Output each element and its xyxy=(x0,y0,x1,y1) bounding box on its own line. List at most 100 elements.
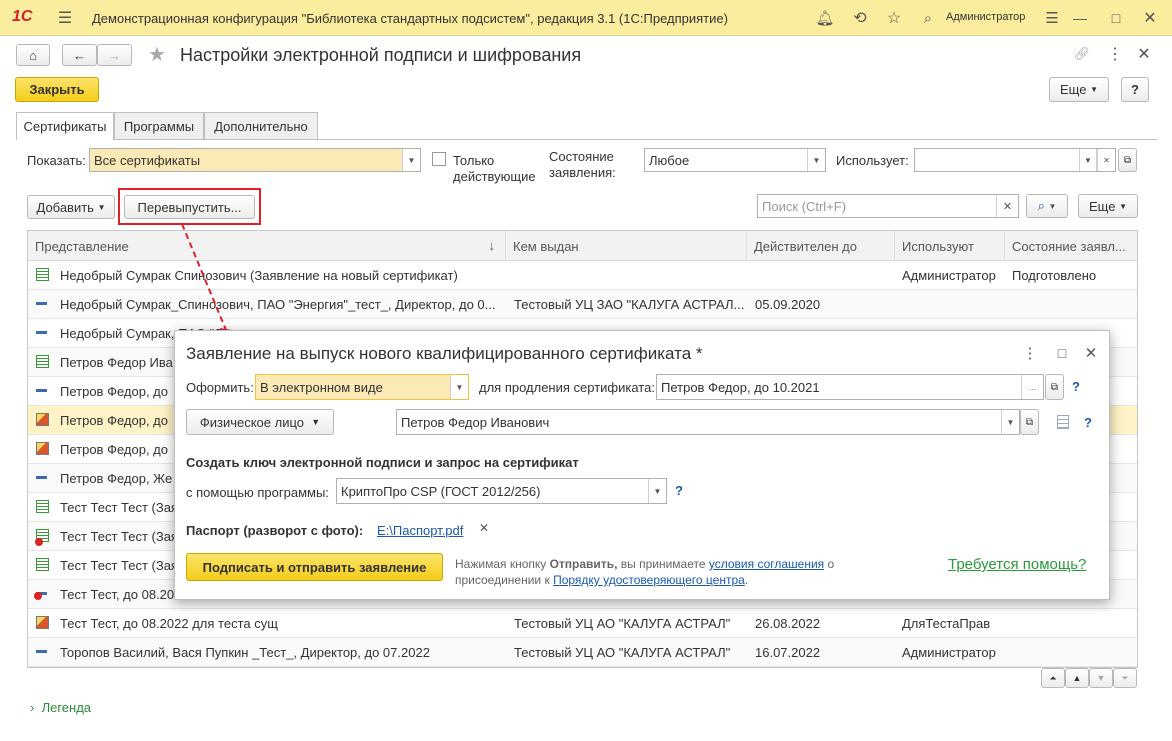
app-titlebar: 1С ☰ Демонстрационная конфигурация "Библ… xyxy=(0,0,1172,36)
dialog-maximize-icon[interactable]: □ xyxy=(1053,343,1071,363)
menu-icon[interactable]: ☰ xyxy=(56,9,74,27)
col-header-state[interactable]: Состояние заявл... xyxy=(1005,231,1137,261)
page-title: Настройки электронной подписи и шифрован… xyxy=(180,45,582,65)
add-button[interactable]: Добавить ▼ xyxy=(27,195,115,219)
dialog-close-icon[interactable]: ✕ xyxy=(1081,343,1101,363)
dropdown-arrow-icon[interactable]: ▼ xyxy=(648,479,666,503)
tab-certificates[interactable]: Сертификаты xyxy=(16,112,114,140)
program-value: КриптоПро CSP (ГОСТ 2012/256) xyxy=(341,483,541,499)
cell-valid: 26.08.2022 xyxy=(755,616,821,631)
dropdown-arrow-icon[interactable]: ▼ xyxy=(450,375,468,399)
tab-label: Сертификаты xyxy=(23,119,107,134)
cell-user: Администратор xyxy=(902,268,996,283)
table-row[interactable]: Тест Тест, до 08.2022 для теста сущ Тесто… xyxy=(28,609,1137,638)
cert-icon xyxy=(36,302,47,305)
chevron-down-icon: ▼ xyxy=(1090,85,1098,94)
back-button[interactable]: ← xyxy=(62,44,97,66)
uses-field[interactable]: ▼ ✕ xyxy=(914,148,1116,172)
history-icon[interactable]: ⟲ xyxy=(850,8,870,28)
search-icon[interactable]: ⌕ xyxy=(918,8,938,28)
only-valid-checkbox[interactable] xyxy=(432,152,446,166)
open-person-button[interactable]: ⧉ xyxy=(1020,409,1039,435)
reissue-button[interactable]: Перевыпустить... xyxy=(124,195,255,219)
person-type-button[interactable]: Физическое лицо ▼ xyxy=(186,409,334,435)
col-header-label: Используют xyxy=(902,238,974,254)
request-icon xyxy=(36,355,49,368)
favorite-star-icon[interactable]: ★ xyxy=(146,43,168,66)
dropdown-arrow-icon[interactable]: ▼ xyxy=(1001,410,1019,434)
home-button[interactable]: ⌂ xyxy=(16,44,50,66)
app-logo[interactable]: 1С xyxy=(12,8,32,26)
list-more-button[interactable]: Еще ▼ xyxy=(1078,194,1138,218)
cert-icon xyxy=(36,331,47,334)
open-uses-button[interactable]: ⧉ xyxy=(1118,148,1137,172)
state-value: Любое xyxy=(649,152,690,168)
dialog-menu-icon[interactable]: ⋮ xyxy=(1023,343,1038,363)
ca-rules-link[interactable]: Порядку удостоверяющего центра xyxy=(553,573,745,587)
close-window-icon[interactable]: ✕ xyxy=(1140,8,1160,28)
cert-icon xyxy=(36,650,47,653)
col-header-issuer[interactable]: Кем выдан xyxy=(506,231,747,261)
star-icon[interactable]: ☆ xyxy=(884,8,904,28)
help-needed-link[interactable]: Требуется помощь? xyxy=(948,556,1086,573)
form-menu-icon[interactable]: ⋮ xyxy=(1107,44,1123,64)
program-select[interactable]: КриптоПро CSP (ГОСТ 2012/256) ▼ xyxy=(336,478,667,504)
col-header-users[interactable]: Используют xyxy=(895,231,1005,261)
col-header-valid[interactable]: Действителен до xyxy=(747,231,895,261)
tab-panel-border xyxy=(16,139,1157,140)
table-row[interactable]: Торопов Василий, Вася Пупкин _Тест_, Дир… xyxy=(28,638,1137,667)
person-field[interactable]: Петров Федор Иванович ▼ xyxy=(396,409,1020,435)
program-help-icon[interactable]: ? xyxy=(675,483,683,498)
scroll-bottom-button[interactable]: ⏷ xyxy=(1113,668,1137,688)
search-placeholder: Поиск (Ctrl+F) xyxy=(762,198,847,214)
document-icon[interactable] xyxy=(1057,415,1069,429)
col-header-name[interactable]: Представление ↓ xyxy=(28,231,506,261)
show-select[interactable]: Все сертификаты ▼ xyxy=(89,148,421,172)
legend-label: Легенда xyxy=(41,700,92,715)
help-button[interactable]: ? xyxy=(1121,77,1149,102)
user-name[interactable]: Администратор xyxy=(946,11,1025,23)
tab-programs[interactable]: Программы xyxy=(114,112,204,139)
remove-file-icon[interactable]: ✕ xyxy=(479,521,489,535)
request-icon xyxy=(36,558,49,571)
callout-arrow xyxy=(181,223,232,342)
person-help-icon[interactable]: ? xyxy=(1084,415,1092,430)
scroll-up-button[interactable]: ▲ xyxy=(1065,668,1089,688)
page-more-button[interactable]: Еще ▼ xyxy=(1049,77,1109,102)
maximize-icon[interactable]: □ xyxy=(1106,8,1126,28)
request-icon xyxy=(36,500,49,513)
close-button[interactable]: Закрыть xyxy=(15,77,99,102)
clear-search-icon[interactable]: ✕ xyxy=(996,195,1018,217)
request-dialog: Заявление на выпуск нового квалифицирова… xyxy=(174,330,1110,600)
minimize-icon[interactable]: — xyxy=(1070,8,1090,28)
window-title: Демонстрационная конфигурация "Библиотек… xyxy=(92,11,728,26)
tab-label: Программы xyxy=(123,118,195,134)
sign-send-button[interactable]: Подписать и отправить заявление xyxy=(186,553,443,581)
legend-toggle[interactable]: › Легенда xyxy=(30,700,91,715)
scroll-down-button[interactable]: ▼ xyxy=(1089,668,1113,688)
passport-file-link[interactable]: Е:\Паспорт.pdf xyxy=(377,523,463,538)
cert-person-icon xyxy=(36,616,49,629)
agreement-link[interactable]: условия соглашения xyxy=(709,557,824,571)
person-value: Петров Федор Иванович xyxy=(401,414,550,430)
link-icon[interactable]: 🔗︎ xyxy=(1072,44,1092,64)
renew-help-icon[interactable]: ? xyxy=(1072,379,1080,394)
clear-icon[interactable]: ✕ xyxy=(1097,149,1115,171)
form-close-icon[interactable]: ✕ xyxy=(1134,44,1154,64)
forward-button[interactable]: → xyxy=(97,44,132,66)
bell-icon[interactable]: 🔔︎ xyxy=(815,8,835,28)
scroll-top-button[interactable]: ⏶ xyxy=(1041,668,1065,688)
search-input[interactable]: Поиск (Ctrl+F) ✕ xyxy=(757,194,1019,218)
tab-additional[interactable]: Дополнительно xyxy=(204,112,318,139)
open-renew-button[interactable]: ⧉ xyxy=(1045,374,1064,400)
state-select[interactable]: Любое ▼ xyxy=(644,148,826,172)
format-select[interactable]: В электронном виде ▼ xyxy=(255,374,469,400)
help-label: ? xyxy=(1131,82,1139,97)
dropdown-arrow-icon[interactable]: ▼ xyxy=(1079,149,1097,171)
select-dots-icon[interactable]: … xyxy=(1021,375,1043,399)
renew-field[interactable]: Петров Федор, до 10.2021… xyxy=(656,374,1044,400)
dropdown-arrow-icon[interactable]: ▼ xyxy=(807,149,825,171)
dropdown-arrow-icon[interactable]: ▼ xyxy=(402,149,420,171)
search-button[interactable]: ⌕ ▼ xyxy=(1026,194,1068,218)
settings-menu-icon[interactable]: ☰ xyxy=(1043,8,1061,28)
